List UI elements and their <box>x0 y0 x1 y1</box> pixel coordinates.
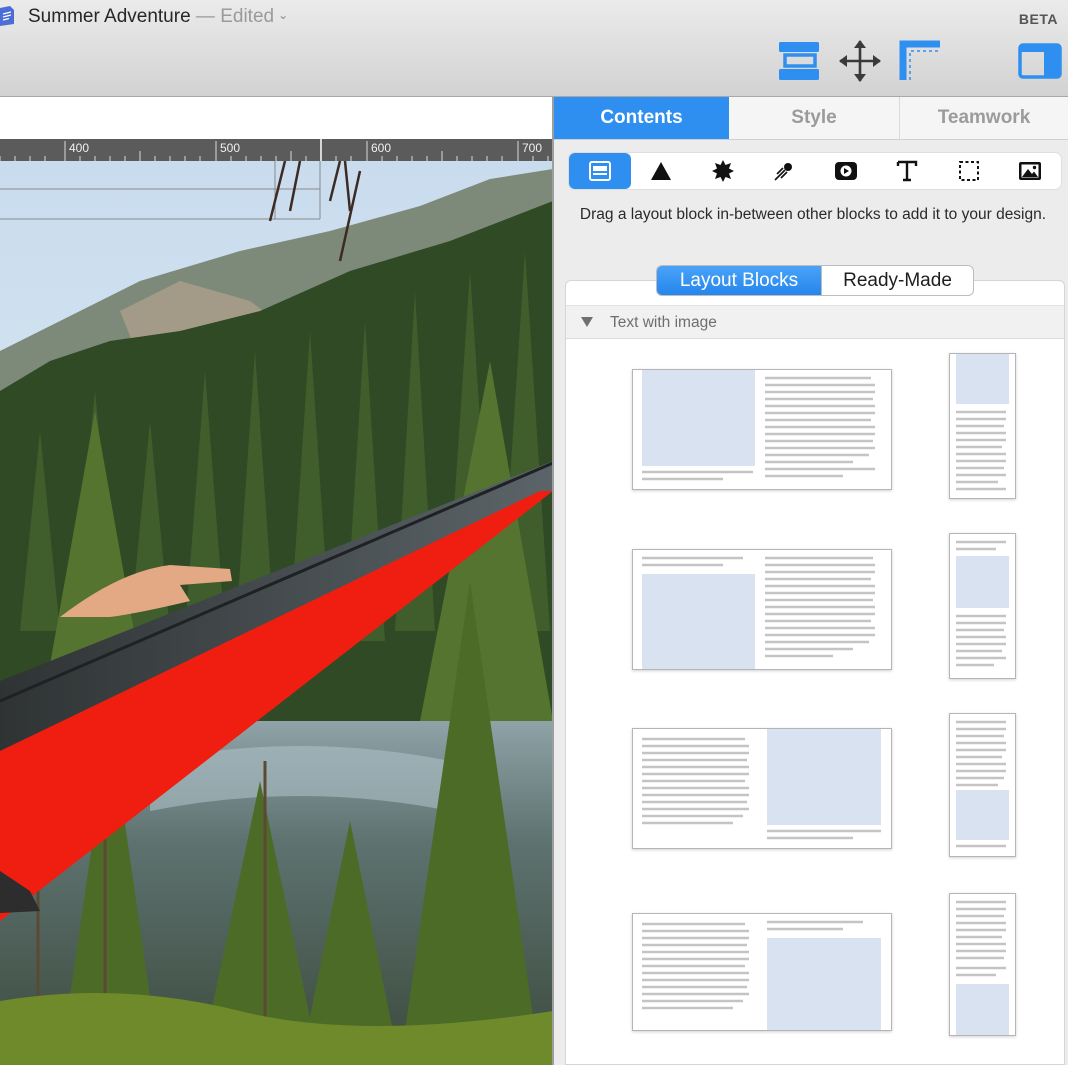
design-canvas[interactable]: 400 500 600 700 <box>0 97 553 1065</box>
beta-badge: BETA <box>1018 11 1058 27</box>
shape-triangle-icon <box>651 162 672 180</box>
segment-layout-blocks[interactable]: Layout Blocks <box>657 266 821 295</box>
image-icon <box>1019 162 1042 180</box>
video-icon <box>834 162 857 180</box>
template-text-over-image-left[interactable] <box>632 549 892 670</box>
template-preview <box>956 540 1009 667</box>
window-title[interactable]: Summer Adventure — Edited ⌄ <box>28 6 288 28</box>
tab-contents[interactable]: Contents <box>554 97 729 139</box>
template-preview <box>642 556 875 669</box>
ruler-label-600: 600 <box>371 141 392 155</box>
block-type-video[interactable] <box>815 153 877 189</box>
template-preview <box>642 920 881 1030</box>
template-preview <box>642 370 875 481</box>
edited-status: Edited <box>220 6 275 27</box>
block-type-text[interactable] <box>877 153 939 189</box>
section-title: Text with image <box>610 314 717 331</box>
hero-photo[interactable] <box>0 161 553 1065</box>
template-preview <box>956 720 1009 848</box>
library-segmented-control: Layout Blocks Ready-Made <box>656 265 974 296</box>
margins-button[interactable] <box>898 38 944 84</box>
block-type-layout[interactable] <box>569 153 631 189</box>
sidebar-toggle-icon <box>1018 43 1062 79</box>
template-preview <box>642 729 881 840</box>
template-narrow-image-top[interactable] <box>949 353 1016 499</box>
app-window: Summer Adventure — Edited ⌄ BETA 400 500… <box>0 0 1068 1065</box>
segment-ready-made[interactable]: Ready-Made <box>821 266 973 295</box>
horizontal-ruler[interactable]: 400 500 600 700 <box>0 139 553 161</box>
document-name: Summer Adventure <box>28 6 191 27</box>
inspector-panel: Contents Style Teamwork Drag a layout bl… <box>554 97 1068 1065</box>
template-preview <box>956 354 1009 491</box>
move-arrows-icon <box>839 40 881 82</box>
sidebar-toggle-button[interactable] <box>1017 38 1063 84</box>
template-image-left-text-right[interactable] <box>632 369 892 490</box>
selection-frame-icon <box>958 161 979 181</box>
block-type-shape[interactable] <box>631 153 693 189</box>
layout-block-icon <box>588 161 611 181</box>
hammock-lake-forest-image <box>0 161 553 1065</box>
block-type-badge[interactable] <box>692 153 754 189</box>
block-type-image[interactable] <box>1000 153 1062 189</box>
drag-hint: Drag a layout block in-between other blo… <box>579 206 1047 223</box>
title-separator: — <box>190 6 221 27</box>
chevron-down-icon[interactable]: ⌄ <box>278 8 288 22</box>
title-bar: Summer Adventure — Edited ⌄ BETA <box>0 0 1068 97</box>
text-icon <box>897 160 918 182</box>
layout-blocks-button[interactable] <box>776 38 822 84</box>
starburst-icon <box>711 160 734 182</box>
block-type-effect[interactable] <box>754 153 816 189</box>
block-type-frame[interactable] <box>938 153 1000 189</box>
ruler-label-400: 400 <box>69 141 90 155</box>
panel-tabs: Contents Style Teamwork <box>554 97 1068 140</box>
layout-blocks-icon <box>779 42 819 80</box>
ruler-label-500: 500 <box>220 141 241 155</box>
template-narrow-image-middle[interactable] <box>949 533 1016 679</box>
section-header[interactable]: Text with image <box>566 305 1064 339</box>
ruler-label-700: 700 <box>522 141 543 155</box>
move-button[interactable] <box>837 38 883 84</box>
margins-icon <box>899 40 940 80</box>
disclosure-triangle-icon[interactable] <box>580 316 594 328</box>
document-icon <box>0 6 14 26</box>
tab-teamwork[interactable]: Teamwork <box>900 97 1068 139</box>
template-narrow-image-bottom[interactable] <box>949 713 1016 857</box>
template-preview <box>956 900 1009 1035</box>
template-text-left-image-right[interactable] <box>632 728 892 849</box>
tab-style[interactable]: Style <box>729 97 900 139</box>
template-text-left-text-over-image-right[interactable] <box>632 913 892 1031</box>
template-narrow-text-over-image-bottom[interactable] <box>949 893 1016 1036</box>
block-library: Text with image <box>565 280 1065 1065</box>
comet-icon <box>774 163 793 181</box>
block-type-bar <box>568 152 1062 190</box>
